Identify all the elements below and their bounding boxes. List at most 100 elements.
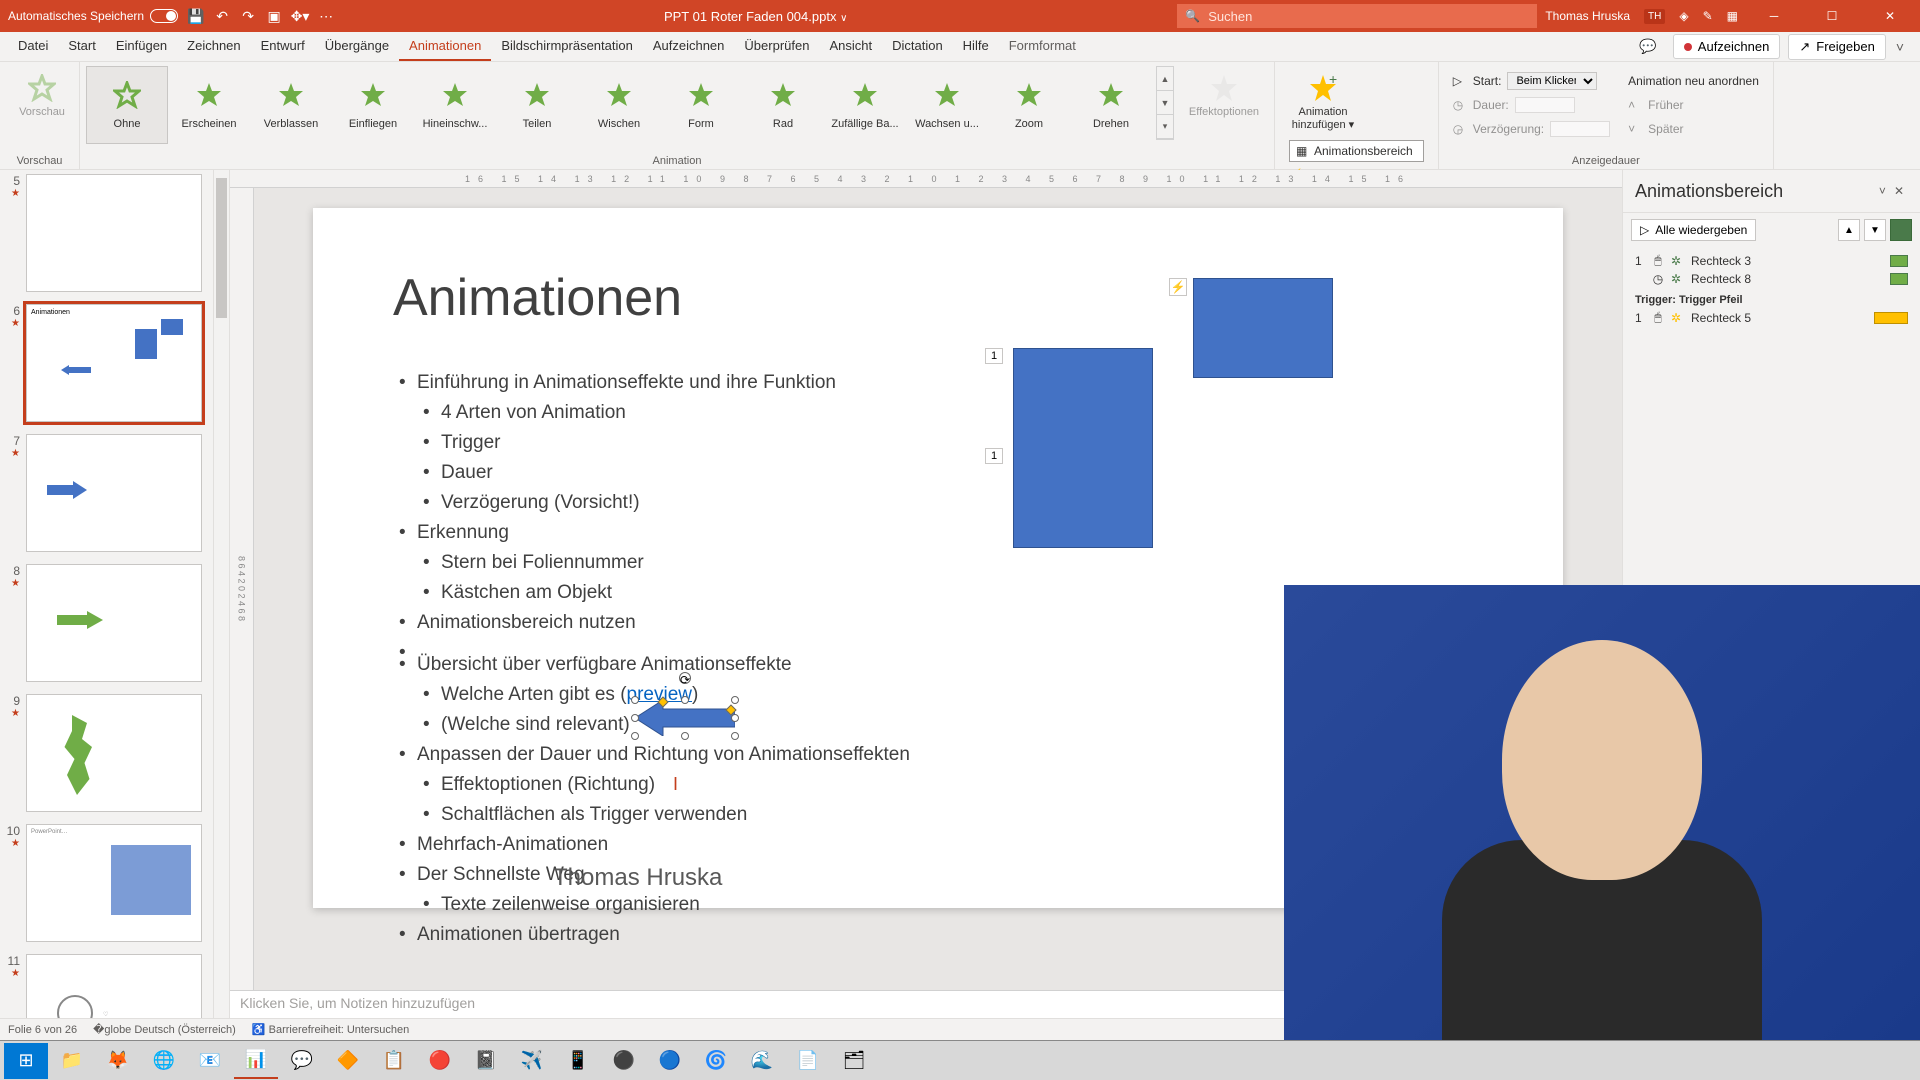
- firefox-icon[interactable]: 🦊: [96, 1043, 140, 1079]
- slide-thumbnail-7[interactable]: 7★: [4, 434, 205, 552]
- delay-row[interactable]: ◶Verzögerung:: [1453, 118, 1610, 140]
- duration-input[interactable]: [1515, 97, 1575, 113]
- user-avatar[interactable]: TH: [1644, 9, 1665, 24]
- app-icon[interactable]: 📋: [372, 1043, 416, 1079]
- later-button[interactable]: ˅Später: [1628, 118, 1759, 140]
- animation-item[interactable]: 1🖱✲Rechteck 5: [1631, 308, 1912, 327]
- resize-handle[interactable]: [731, 696, 739, 704]
- app-icon[interactable]: 🔴: [418, 1043, 462, 1079]
- minimize-button[interactable]: ─: [1752, 0, 1796, 32]
- play-all-button[interactable]: ▷Alle wiedergeben: [1631, 219, 1756, 241]
- touch-icon[interactable]: ✥▾: [292, 8, 308, 24]
- thumb-scrollbar[interactable]: [213, 170, 229, 1018]
- chrome-icon[interactable]: 🌐: [142, 1043, 186, 1079]
- effect-ohne[interactable]: Ohne: [86, 66, 168, 144]
- app-icon[interactable]: 🗂: [832, 1043, 876, 1079]
- switch-icon[interactable]: [150, 9, 178, 23]
- effect-zuflligeba[interactable]: Zufällige Ba...: [824, 66, 906, 144]
- slide-thumbnail-6[interactable]: 6★Animationen: [4, 304, 205, 422]
- menu-tab-start[interactable]: Start: [58, 32, 105, 61]
- preview-button[interactable]: Vorschau: [6, 66, 78, 123]
- pen-icon[interactable]: ✎: [1703, 9, 1713, 23]
- duration-row[interactable]: ◷Dauer:: [1453, 94, 1610, 116]
- share-button[interactable]: ↗Freigeben: [1788, 34, 1885, 60]
- resize-handle[interactable]: [631, 714, 639, 722]
- app-icon[interactable]: 💬: [280, 1043, 324, 1079]
- menu-tab-einfügen[interactable]: Einfügen: [106, 32, 177, 61]
- menu-tab-aufzeichnen[interactable]: Aufzeichnen: [643, 32, 735, 61]
- gallery-controls[interactable]: ▲ ▼ ▾: [1156, 66, 1174, 140]
- effect-verblassen[interactable]: Verblassen: [250, 66, 332, 144]
- resize-handle[interactable]: [631, 732, 639, 740]
- autosave-toggle[interactable]: Automatisches Speichern: [8, 9, 178, 23]
- obs-icon[interactable]: ⚫: [602, 1043, 646, 1079]
- slide-thumbnail-5[interactable]: 5★: [4, 174, 205, 292]
- menu-tab-überprüfen[interactable]: Überprüfen: [734, 32, 819, 61]
- effect-rad[interactable]: Rad: [742, 66, 824, 144]
- edge-icon[interactable]: 🌊: [740, 1043, 784, 1079]
- slide-thumbnail-11[interactable]: 11★♡: [4, 954, 205, 1018]
- animation-tag[interactable]: 1: [985, 348, 1003, 364]
- animation-pane-button[interactable]: ▦Animationsbereich: [1289, 140, 1424, 162]
- rotate-handle[interactable]: ⟳: [679, 672, 691, 684]
- slide-thumbnail-10[interactable]: 10★PowerPoint…: [4, 824, 205, 942]
- pane-close-icon[interactable]: ✕: [1890, 180, 1908, 202]
- outlook-icon[interactable]: 📧: [188, 1043, 232, 1079]
- add-animation-button[interactable]: + Animation hinzufügen ▾: [1281, 66, 1365, 136]
- rectangle-shape[interactable]: [1013, 348, 1153, 548]
- gallery-down-icon[interactable]: ▼: [1157, 91, 1173, 115]
- menu-tab-zeichnen[interactable]: Zeichnen: [177, 32, 250, 61]
- menu-tab-animationen[interactable]: Animationen: [399, 32, 491, 61]
- close-button[interactable]: ✕: [1868, 0, 1912, 32]
- effect-teilen[interactable]: Teilen: [496, 66, 578, 144]
- arrow-shape[interactable]: ⟳: [635, 700, 735, 736]
- animation-item[interactable]: ◷✲Rechteck 8: [1631, 270, 1912, 288]
- effect-drehen[interactable]: Drehen: [1070, 66, 1152, 144]
- earlier-button[interactable]: ˄Früher: [1628, 94, 1759, 116]
- present-icon[interactable]: ▣: [266, 8, 282, 24]
- qa-more-icon[interactable]: ⋯: [318, 8, 334, 24]
- resize-handle[interactable]: [631, 696, 639, 704]
- effect-options-button[interactable]: Effektoptionen: [1180, 66, 1268, 123]
- user-name[interactable]: Thomas Hruska: [1545, 9, 1630, 23]
- redo-icon[interactable]: ↷: [240, 8, 256, 24]
- search-box[interactable]: 🔍: [1177, 4, 1537, 28]
- move-down-button[interactable]: ▼: [1864, 219, 1886, 241]
- explorer-icon[interactable]: 📁: [50, 1043, 94, 1079]
- effect-erscheinen[interactable]: Erscheinen: [168, 66, 250, 144]
- effect-einfliegen[interactable]: Einfliegen: [332, 66, 414, 144]
- vlc-icon[interactable]: 🔶: [326, 1043, 370, 1079]
- move-up-button[interactable]: ▲: [1838, 219, 1860, 241]
- accessibility-status[interactable]: ♿ Barrierefreiheit: Untersuchen: [252, 1023, 409, 1036]
- effect-wischen[interactable]: Wischen: [578, 66, 660, 144]
- powerpoint-icon[interactable]: 📊: [234, 1043, 278, 1079]
- start-row[interactable]: ▷Start:Beim Klicken: [1453, 70, 1610, 92]
- effect-form[interactable]: Form: [660, 66, 742, 144]
- menu-tab-datei[interactable]: Datei: [8, 32, 58, 61]
- slide-counter[interactable]: Folie 6 von 26: [8, 1024, 77, 1036]
- effect-wachsenu[interactable]: Wachsen u...: [906, 66, 988, 144]
- slide-thumbnail-9[interactable]: 9★: [4, 694, 205, 812]
- start-select[interactable]: Beim Klicken: [1507, 72, 1597, 90]
- resize-handle[interactable]: [731, 714, 739, 722]
- resize-handle[interactable]: [731, 732, 739, 740]
- menu-tab-bildschirmpräsentation[interactable]: Bildschirmpräsentation: [491, 32, 643, 61]
- onenote-icon[interactable]: 📓: [464, 1043, 508, 1079]
- animation-item[interactable]: 1🖱✲Rechteck 3: [1631, 251, 1912, 270]
- gallery-more-icon[interactable]: ▾: [1157, 115, 1173, 139]
- save-icon[interactable]: 💾: [188, 8, 204, 24]
- diamond-icon[interactable]: ◈: [1679, 9, 1688, 23]
- app-icon[interactable]: 📄: [786, 1043, 830, 1079]
- gallery-up-icon[interactable]: ▲: [1157, 67, 1173, 91]
- resize-handle[interactable]: [681, 732, 689, 740]
- pane-options-icon[interactable]: ˅: [1875, 180, 1890, 202]
- side-toggle-button[interactable]: [1890, 219, 1912, 241]
- trigger-tag[interactable]: ⚡: [1169, 278, 1187, 296]
- effect-hineinschw[interactable]: Hineinschw...: [414, 66, 496, 144]
- menu-tab-entwurf[interactable]: Entwurf: [251, 32, 315, 61]
- comments-icon[interactable]: 💬: [1631, 34, 1664, 59]
- rectangle-shape[interactable]: [1193, 278, 1333, 378]
- menu-tab-formformat[interactable]: Formformat: [999, 32, 1086, 61]
- window-icon[interactable]: ▦: [1727, 9, 1738, 23]
- language-status[interactable]: �globe Deutsch (Österreich): [93, 1023, 236, 1036]
